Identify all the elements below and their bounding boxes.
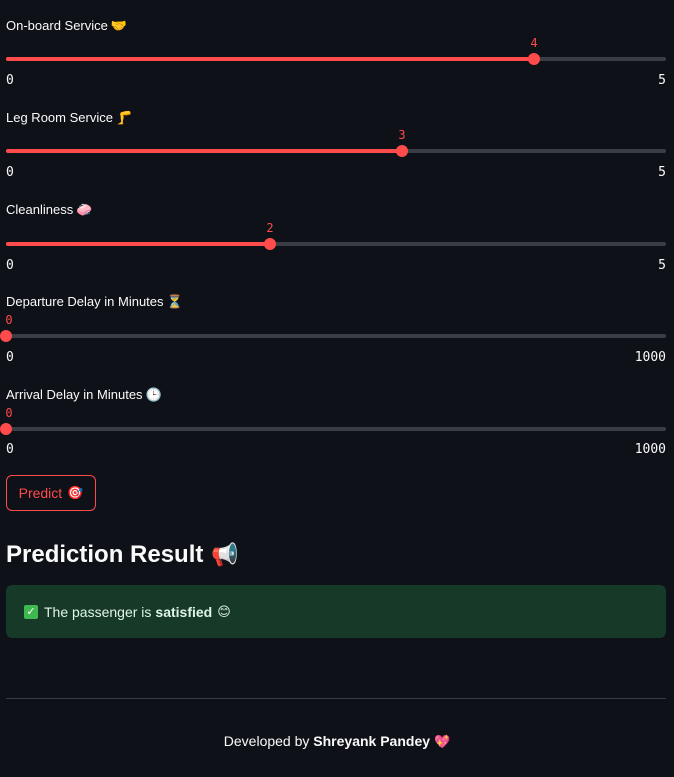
slider-current-value: 0 [5, 313, 13, 327]
smile-icon: 😊 [217, 603, 231, 619]
predict-button[interactable]: Predict 🎯 [6, 475, 96, 511]
slider-label-text: Cleanliness [6, 202, 74, 217]
slider-thumb[interactable] [396, 145, 408, 157]
alert-message-prefix: The passenger is [44, 603, 152, 620]
slider-max-label: 5 [658, 258, 666, 273]
slider-max-label: 1000 [634, 350, 666, 365]
divider [6, 698, 666, 699]
heart-icon: 💖 [434, 734, 451, 749]
hourglass-icon: ⏳ [166, 294, 183, 309]
slider-label: Cleanliness 🧼 [6, 202, 92, 218]
success-alert: ✓ The passenger is satisfied 😊 [6, 585, 666, 638]
leg-icon: 🦵 [115, 110, 133, 125]
footer-prefix: Developed by [223, 733, 310, 749]
clock-icon: 🕒 [145, 387, 162, 402]
slider-label-text: Arrival Delay in Minutes [6, 387, 143, 402]
slider-min-label: 0 [6, 165, 14, 180]
prediction-result-heading: Prediction Result 📢 [6, 539, 239, 571]
slider-track[interactable] [6, 53, 666, 65]
slider-min-label: 0 [6, 442, 14, 457]
slider-max-label: 5 [658, 73, 666, 88]
slider-current-value: 0 [5, 406, 13, 420]
slider-arrival-delay: Arrival Delay in Minutes 🕒 0 0 1000 [0, 387, 666, 467]
slider-track-fill [6, 57, 534, 61]
soap-icon: 🧼 [76, 202, 93, 217]
slider-cleanliness: Cleanliness 🧼 2 0 5 [6, 202, 666, 282]
slider-track[interactable] [0, 423, 666, 435]
slider-label-text: Leg Room Service [6, 110, 113, 125]
slider-thumb[interactable] [528, 53, 540, 65]
slider-max-label: 5 [658, 165, 666, 180]
slider-min-label: 0 [6, 258, 14, 273]
handshake-icon: 🤝 [110, 18, 128, 33]
slider-departure-delay: Departure Delay in Minutes ⏳ 0 0 1000 [0, 294, 666, 374]
slider-current-value: 3 [398, 128, 406, 142]
slider-label-text: Departure Delay in Minutes [6, 294, 164, 309]
slider-onboard-service: On-board Service 🤝 4 0 5 [6, 18, 666, 98]
prediction-result-heading-text: Prediction Result [6, 541, 204, 568]
app-page: On-board Service 🤝 4 0 5 Leg Room Service… [0, 0, 674, 777]
slider-track[interactable] [6, 145, 666, 157]
slider-label: Arrival Delay in Minutes 🕒 [6, 387, 162, 403]
slider-track-fill [6, 242, 270, 246]
footer: Developed by Shreyank Pandey 💖 [0, 732, 674, 751]
slider-track[interactable] [6, 238, 666, 250]
slider-current-value: 4 [530, 36, 538, 50]
slider-track[interactable] [0, 330, 666, 342]
slider-label: Departure Delay in Minutes ⏳ [6, 294, 183, 310]
target-icon: 🎯 [67, 485, 84, 500]
slider-leg-room-service: Leg Room Service 🦵 3 0 5 [6, 110, 666, 190]
slider-current-value: 2 [266, 221, 274, 235]
slider-max-label: 1000 [634, 442, 666, 457]
slider-label-text: On-board Service [6, 18, 108, 33]
check-box-icon: ✓ [24, 604, 38, 619]
slider-thumb[interactable] [0, 330, 12, 342]
slider-min-label: 0 [6, 350, 14, 365]
slider-track-fill [6, 149, 402, 153]
alert-message-status: satisfied [155, 603, 213, 620]
footer-author: Shreyank Pandey [313, 733, 431, 749]
slider-label: Leg Room Service 🦵 [6, 110, 132, 126]
slider-min-label: 0 [6, 73, 14, 88]
slider-thumb[interactable] [0, 423, 12, 435]
predict-button-label: Predict [18, 485, 63, 501]
megaphone-icon: 📢 [211, 542, 239, 567]
slider-thumb[interactable] [264, 238, 276, 250]
slider-label: On-board Service 🤝 [6, 18, 127, 34]
